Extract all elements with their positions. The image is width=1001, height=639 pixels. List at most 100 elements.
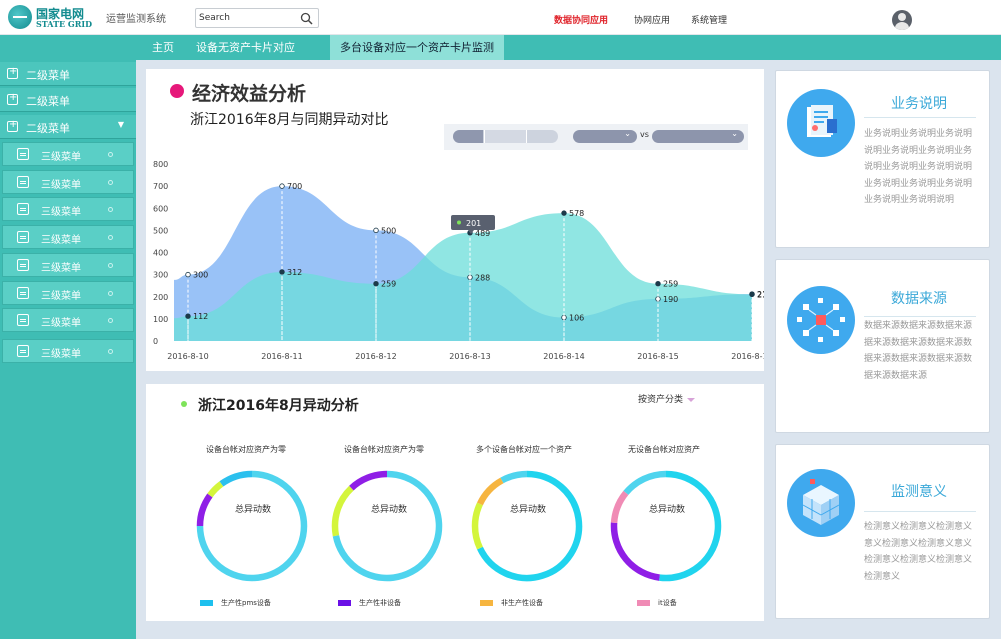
donut-segment[interactable] bbox=[207, 481, 224, 498]
sidebar-level3-item[interactable]: 三级菜单 bbox=[2, 142, 134, 166]
data-point[interactable] bbox=[373, 227, 379, 234]
legend-swatch bbox=[480, 600, 493, 606]
donut-segment[interactable] bbox=[610, 522, 660, 581]
list-icon bbox=[17, 203, 29, 215]
card-divider bbox=[864, 316, 976, 317]
donut-segment[interactable] bbox=[623, 470, 667, 496]
data-point[interactable] bbox=[561, 210, 567, 216]
panel-title: 浙江2016年8月异动分析 bbox=[198, 398, 359, 414]
expand-icon bbox=[7, 66, 18, 79]
nav-network-app[interactable]: 协网应用 bbox=[634, 13, 670, 26]
data-point[interactable] bbox=[185, 313, 191, 319]
list-icon bbox=[17, 287, 29, 299]
menu-label: 二级菜单 bbox=[26, 69, 70, 82]
donut-segment[interactable] bbox=[331, 485, 354, 537]
donut-segment[interactable] bbox=[610, 490, 629, 524]
ring-center-label: 总异动数 bbox=[370, 505, 408, 515]
y-tick-label: 800 bbox=[153, 160, 168, 169]
donut-segment[interactable] bbox=[196, 493, 213, 527]
data-point[interactable] bbox=[655, 280, 661, 287]
data-label: 288 bbox=[475, 273, 490, 282]
breadcrumb-home[interactable]: 主页 bbox=[152, 35, 174, 60]
data-point[interactable] bbox=[749, 291, 755, 298]
donut-chart bbox=[331, 470, 443, 582]
sidebar-level3-item[interactable]: 三级菜单 bbox=[2, 281, 134, 305]
anomaly-analysis-panel: 浙江2016年8月异动分析 按资产分类 设备台帐对应资产为零 设备台帐对应资产为… bbox=[146, 384, 764, 621]
sidebar-level2-item-expanded[interactable]: 二级菜单 ▼ bbox=[0, 115, 136, 139]
sidebar-level3-item[interactable]: 三级菜单 bbox=[2, 197, 134, 221]
menu-label: 三级菜单 bbox=[41, 180, 81, 191]
ring-title: 无设备台帐对应资产 bbox=[628, 445, 700, 454]
donut-segment[interactable] bbox=[349, 470, 388, 491]
data-point[interactable] bbox=[279, 183, 285, 189]
data-label: 190 bbox=[663, 295, 678, 304]
menu-label: 三级菜单 bbox=[41, 263, 81, 274]
data-label: 259 bbox=[663, 280, 678, 289]
data-source-card: 数据来源 数据来源数据来源数据来源据来源数据来源数据来源数据来源数据来源数据来源… bbox=[775, 259, 990, 433]
legend-item: 生产性非设备 bbox=[338, 598, 401, 608]
legend-item: 非生产性设备 bbox=[480, 598, 543, 608]
data-label: 211 bbox=[757, 290, 764, 299]
menu-label: 三级菜单 bbox=[41, 235, 81, 246]
donut-segment[interactable] bbox=[500, 470, 528, 484]
data-label: 312 bbox=[287, 268, 302, 277]
tab-multi-device-monitor[interactable]: 多台设备对应一个资产卡片监测 bbox=[330, 35, 504, 60]
legend-label: it设备 bbox=[658, 599, 677, 607]
legend-swatch bbox=[338, 600, 351, 606]
user-avatar[interactable] bbox=[892, 10, 912, 30]
expand-icon bbox=[7, 92, 18, 105]
card-title: 业务说明 bbox=[891, 96, 947, 112]
top-bar: 国家电网 STATE GRID 运营监测系统 数据协同应用 协网应用 系统管理 bbox=[0, 0, 1001, 35]
logo[interactable]: 国家电网 STATE GRID bbox=[8, 5, 100, 31]
sidebar-level2-item[interactable]: 二级菜单 bbox=[0, 62, 136, 86]
sidebar-level3-item[interactable]: 三级菜单 bbox=[2, 308, 134, 332]
donut-segment[interactable] bbox=[477, 470, 583, 582]
card-body: 业务说明业务说明业务说明说明业务说明业务说明业务说明业务说明业务说明说明业务说明… bbox=[864, 129, 973, 205]
system-name: 运营监测系统 bbox=[106, 14, 166, 25]
donut-segment[interactable] bbox=[477, 477, 504, 506]
search-icon[interactable] bbox=[300, 12, 313, 25]
tab-no-asset-card[interactable]: 设备无资产卡片对应 bbox=[196, 35, 295, 60]
data-point[interactable] bbox=[373, 280, 379, 287]
y-tick-label: 700 bbox=[153, 182, 168, 191]
list-icon bbox=[17, 231, 29, 243]
x-tick-label: 2016-8-11 bbox=[261, 352, 302, 361]
search-input[interactable] bbox=[199, 11, 295, 25]
donut-segment[interactable] bbox=[471, 502, 483, 550]
data-point[interactable] bbox=[185, 271, 191, 278]
caret-down-icon bbox=[687, 397, 696, 402]
nav-system-management[interactable]: 系统管理 bbox=[691, 13, 727, 26]
status-dot-icon bbox=[108, 207, 113, 212]
document-icon bbox=[787, 89, 855, 157]
card-body: 检测意义检测意义检测意义意义检测意义检测意义意义检测意义检测意义检测意义检测意义 bbox=[864, 522, 973, 582]
sidebar-level3-item[interactable]: 三级菜单 bbox=[2, 253, 134, 277]
nav-data-collaboration[interactable]: 数据协同应用 bbox=[554, 13, 608, 26]
data-point[interactable] bbox=[279, 269, 285, 275]
legend-item: it设备 bbox=[637, 598, 677, 608]
sidebar-level3-item[interactable]: 三级菜单 bbox=[2, 170, 134, 194]
legend-item: 生产性pms设备 bbox=[200, 598, 271, 608]
status-dot-icon bbox=[108, 291, 113, 296]
list-icon bbox=[17, 148, 29, 160]
card-body: 数据来源数据来源数据来源据来源数据来源数据来源数据来源数据来源数据来源数据来源数… bbox=[864, 321, 973, 381]
x-tick-label: 2016-8-15 bbox=[637, 352, 678, 361]
card-title: 数据来源 bbox=[891, 291, 947, 307]
ring-title: 设备台帐对应资产为零 bbox=[206, 445, 286, 454]
monitoring-significance-card: 监测意义 检测意义检测意义检测意义意义检测意义检测意义意义检测意义检测意义检测意… bbox=[775, 444, 990, 619]
classify-dropdown[interactable]: 按资产分类 bbox=[638, 392, 696, 405]
donut-segment[interactable] bbox=[219, 470, 253, 487]
y-tick-label: 600 bbox=[153, 204, 168, 213]
list-icon bbox=[17, 345, 29, 357]
donut-segment[interactable] bbox=[659, 470, 722, 582]
logo-english-text: STATE GRID bbox=[36, 19, 93, 29]
sidebar-level3-item[interactable]: 三级菜单 bbox=[2, 339, 134, 363]
sidebar-level3-item[interactable]: 三级菜单 bbox=[2, 225, 134, 249]
menu-label: 二级菜单 bbox=[26, 122, 70, 135]
data-label: 112 bbox=[193, 312, 208, 321]
state-grid-logo-icon bbox=[8, 5, 32, 29]
menu-label: 三级菜单 bbox=[41, 152, 81, 163]
ring-title: 多个设备台帐对应一个资产 bbox=[476, 445, 572, 454]
x-tick-label: 2016-8-16 bbox=[731, 352, 764, 361]
sidebar-level2-item[interactable]: 二级菜单 bbox=[0, 88, 136, 112]
legend-label: 生产性非设备 bbox=[359, 599, 401, 607]
